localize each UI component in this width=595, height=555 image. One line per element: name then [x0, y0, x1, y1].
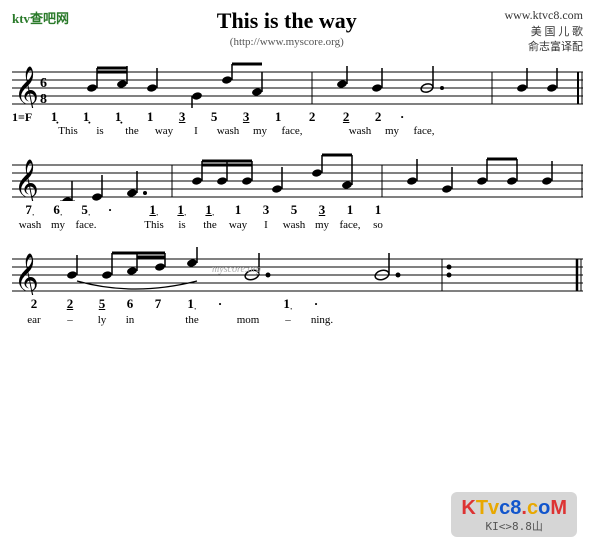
- s2n2: 6·: [44, 202, 72, 220]
- l6: wash: [212, 125, 244, 137]
- s2n6: 1·: [140, 202, 168, 220]
- section2-numbers: 7· 6· 5· · 1· 1· 1· 1 3 5 3 1 1 wash my …: [12, 201, 583, 232]
- s2l9: way: [224, 219, 252, 231]
- n2: 1̣: [70, 109, 102, 125]
- n10: 2: [330, 109, 362, 125]
- n9: 2: [294, 109, 330, 125]
- svg-text:myscore.org: myscore.org: [212, 264, 261, 275]
- n5: 3: [166, 109, 198, 125]
- section3-numbers: 2 2 5 6 7 1· · 1· · ear – ly in the mom …: [12, 295, 583, 326]
- title-center: This is the way (http://www.myscore.org): [69, 8, 504, 48]
- s3n1: 2: [16, 296, 52, 312]
- s3n4: 6: [116, 296, 144, 312]
- s2l2: my: [44, 219, 72, 231]
- s2n13: 1: [336, 202, 364, 218]
- s3l4: in: [116, 314, 144, 326]
- n4: 1: [134, 109, 166, 125]
- n8: 1: [262, 109, 294, 125]
- s2l10: I: [252, 219, 280, 231]
- svg-text:𝄞: 𝄞: [14, 66, 39, 108]
- s3l6: the: [172, 314, 212, 326]
- n12: ·: [394, 109, 410, 125]
- s2l14: so: [364, 219, 392, 231]
- svg-text:8: 8: [40, 92, 47, 107]
- s2l6: This: [140, 219, 168, 231]
- s2n7: 1·: [168, 202, 196, 220]
- section3-staff: 𝄞 myscore.org: [12, 247, 583, 295]
- n7: 3: [230, 109, 262, 125]
- s3l1: ear: [16, 314, 52, 326]
- website: www.ktvc8.com: [504, 8, 583, 23]
- s2l12: my: [308, 219, 336, 231]
- s3n10: ·: [308, 296, 324, 312]
- s2l13: face,: [336, 219, 364, 231]
- s2n3: 5·: [72, 202, 100, 220]
- s3l3: ly: [88, 314, 116, 326]
- svg-text:6: 6: [40, 76, 47, 91]
- staff-svg-1: 𝄞 6 8: [12, 60, 583, 108]
- s3l2: –: [52, 314, 88, 326]
- s2l3: face.: [72, 219, 100, 231]
- staff-svg-3: 𝄞 myscore.org: [12, 247, 583, 295]
- s2n9: 1: [224, 202, 252, 218]
- section1-numbers: 1=F 1̣ 1̣ 1̣ 1 3 5 3 1 2 2 2 · This is t…: [12, 108, 583, 137]
- s3n6: 1·: [172, 296, 212, 314]
- s3l10: ning.: [308, 314, 336, 326]
- subtitle: (http://www.myscore.org): [69, 36, 504, 48]
- credit: 美 国 儿 歌 俞志富译配: [504, 25, 583, 56]
- s3l9: –: [268, 314, 308, 326]
- s2n8: 1·: [196, 202, 224, 220]
- n11: 2: [362, 109, 394, 125]
- credit-line1: 美 国 儿 歌: [504, 25, 583, 40]
- s2n14: 1: [364, 202, 392, 218]
- section1-staff: 𝄞 6 8: [12, 60, 583, 108]
- n1: 1̣: [38, 109, 70, 125]
- l3: the: [116, 125, 148, 137]
- s2n12: 3: [308, 202, 336, 218]
- l7: my: [244, 125, 276, 137]
- l10: wash: [344, 125, 376, 137]
- s2l11: wash: [280, 219, 308, 231]
- s3n9: 1·: [268, 296, 308, 314]
- l4: way: [148, 125, 180, 137]
- n6: 5: [198, 109, 230, 125]
- s3n5: 7: [144, 296, 172, 312]
- page: ktv查吧网 This is the way (http://www.mysco…: [0, 0, 595, 555]
- s3n7: ·: [212, 296, 228, 312]
- svg-text:𝄞: 𝄞: [14, 159, 39, 201]
- header: ktv查吧网 This is the way (http://www.mysco…: [0, 0, 595, 56]
- l1: This: [52, 125, 84, 137]
- s3n3: 5: [88, 296, 116, 312]
- svg-text:𝄞: 𝄞: [14, 253, 39, 295]
- s2l8: the: [196, 219, 224, 231]
- l11: my: [376, 125, 408, 137]
- main-title: This is the way: [69, 8, 504, 34]
- credit-line2: 俞志富译配: [504, 40, 583, 55]
- s2n4: ·: [100, 202, 120, 218]
- l5: I: [180, 125, 212, 137]
- s2n11: 5: [280, 202, 308, 218]
- n3: 1̣: [102, 109, 134, 125]
- ktv-logo: ktv查吧网: [12, 8, 69, 27]
- s2l7: is: [168, 219, 196, 231]
- ktvc8-logo: KTvc8.coM KI<>8.8山: [451, 492, 577, 537]
- staff-svg-2: 𝄞: [12, 153, 583, 201]
- l12: face,: [408, 125, 440, 137]
- section2-staff: 𝄞: [12, 153, 583, 201]
- l2: is: [84, 125, 116, 137]
- s2n1: 7·: [16, 202, 44, 220]
- s2l1: wash: [16, 219, 44, 231]
- s3l8: mom: [228, 314, 268, 326]
- l8: face,: [276, 125, 308, 137]
- key-label: 1=F: [12, 110, 32, 125]
- s3n2: 2: [52, 296, 88, 312]
- header-right: www.ktvc8.com 美 国 儿 歌 俞志富译配: [504, 8, 583, 56]
- s2n10: 3: [252, 202, 280, 218]
